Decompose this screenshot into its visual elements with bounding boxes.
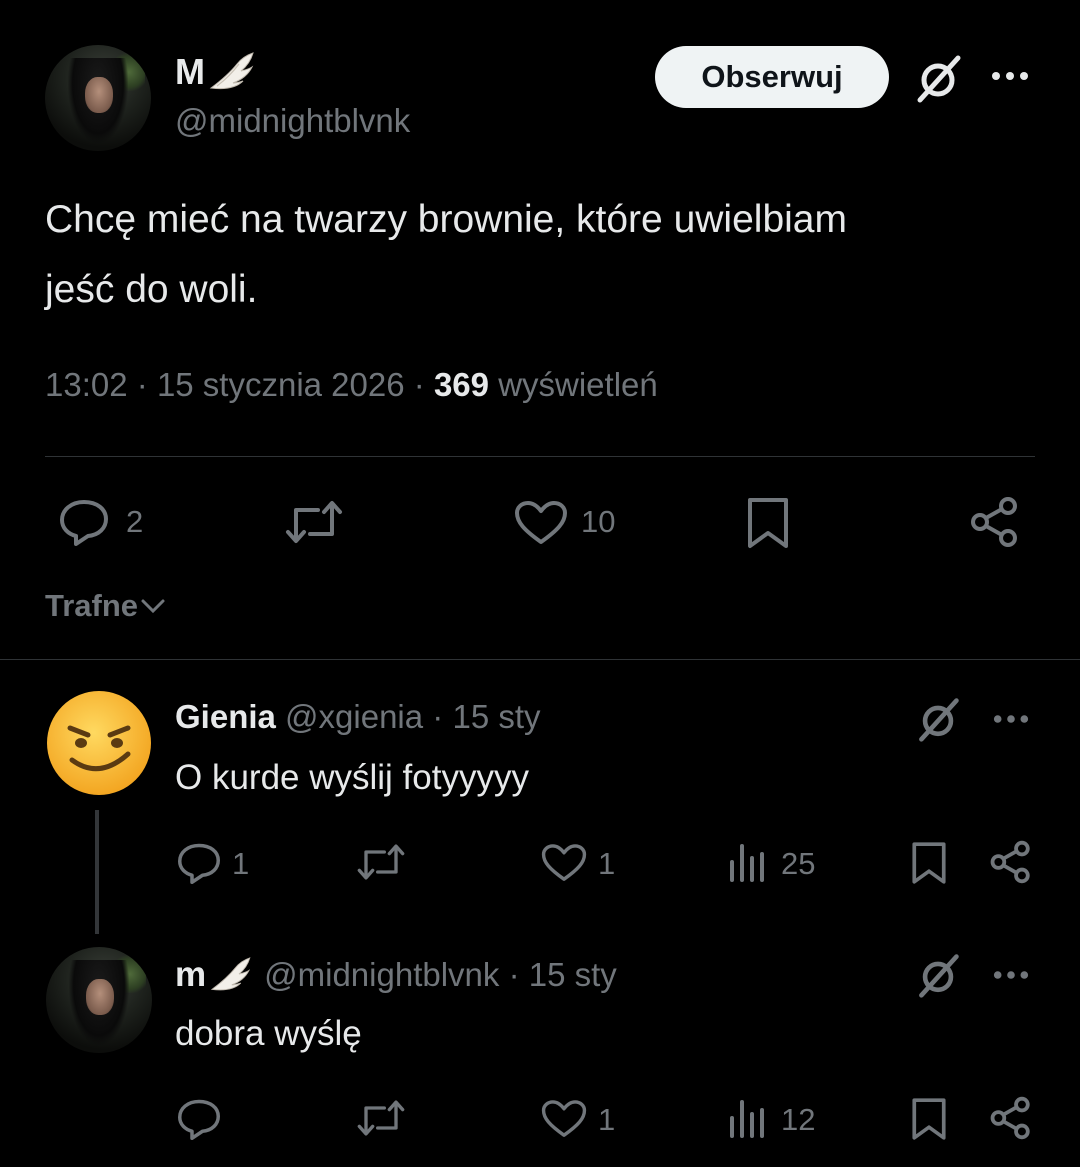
grok-icon[interactable] [912, 52, 964, 104]
author-name: M [175, 51, 205, 92]
retweet-icon[interactable] [356, 843, 406, 881]
retweet-icon[interactable] [356, 1099, 406, 1137]
reply-icon[interactable] [58, 498, 110, 546]
reply-author-handle[interactable]: @xgienia [285, 698, 423, 735]
bookmark-icon[interactable] [911, 1096, 947, 1142]
reply-icon[interactable] [176, 1098, 222, 1140]
sort-dropdown[interactable]: Trafne [45, 588, 166, 624]
thread-line [95, 810, 99, 934]
wing-emoji-icon [207, 52, 255, 92]
tweet-text-line1: Chcę mieć na twarzy brownie, które uwiel… [45, 198, 847, 241]
share-icon[interactable] [990, 1096, 1032, 1140]
chevron-down-icon [140, 598, 166, 614]
like-count: 10 [581, 504, 616, 539]
smirk-emoji-icon [47, 691, 151, 795]
reply-avatar[interactable] [46, 947, 152, 1053]
more-icon[interactable] [992, 713, 1030, 725]
like-count: 1 [598, 1102, 616, 1137]
sort-label: Trafne [45, 588, 139, 623]
author-avatar[interactable] [45, 45, 151, 151]
tweet-date[interactable]: 15 stycznia 2026 [157, 366, 405, 403]
share-icon[interactable] [970, 496, 1020, 548]
reply-header: Gienia @xgienia · 15 sty [175, 698, 541, 736]
separator-dot: · [136, 366, 157, 403]
tweet-time[interactable]: 13:02 [45, 366, 128, 403]
more-icon[interactable] [992, 969, 1030, 981]
grok-icon[interactable] [914, 951, 962, 999]
like-count: 1 [598, 846, 616, 881]
views-count: 369 [433, 366, 490, 403]
separator-dot: · [432, 698, 453, 735]
reply-author-handle[interactable]: @midnightblvnk [264, 956, 499, 994]
bookmark-icon[interactable] [911, 840, 947, 886]
reply-header: m @midnightblvnk · 15 sty [175, 955, 617, 995]
separator-dot: · [413, 366, 434, 403]
more-icon[interactable] [990, 70, 1030, 82]
reply-icon[interactable] [176, 842, 222, 884]
tweet-text-line2: jeść do woli. [45, 268, 258, 311]
retweet-icon[interactable] [284, 500, 344, 544]
like-icon[interactable] [541, 1099, 587, 1139]
like-icon[interactable] [514, 500, 568, 546]
reply-count: 1 [232, 846, 250, 881]
reply-author-name[interactable]: Gienia [175, 698, 276, 735]
separator-dot: · [499, 956, 529, 993]
views-count: 12 [781, 1102, 816, 1137]
grok-icon[interactable] [914, 695, 962, 743]
views-icon[interactable] [728, 842, 766, 882]
share-icon[interactable] [990, 840, 1032, 884]
reply-avatar[interactable] [46, 690, 152, 796]
reply-date[interactable]: 15 sty [529, 956, 617, 994]
reply-count: 2 [126, 504, 144, 539]
tweet-meta: 13:02 · 15 stycznia 2026 · 369 wyświetle… [45, 366, 658, 404]
reply-date[interactable]: 15 sty [452, 698, 540, 735]
divider [45, 456, 1035, 457]
like-icon[interactable] [541, 843, 587, 883]
follow-button[interactable]: Obserwuj [655, 46, 889, 108]
reply-author-name[interactable]: m [175, 955, 206, 995]
reply-text: dobra wyślę [175, 1014, 362, 1053]
bookmark-icon[interactable] [746, 496, 790, 550]
divider [0, 659, 1080, 660]
reply-text: O kurde wyślij fotyyyyy [175, 758, 529, 797]
views-count: 25 [781, 846, 816, 881]
views-icon[interactable] [728, 1098, 766, 1138]
views-label: wyświetleń [498, 366, 658, 403]
author-name-row[interactable]: M [175, 51, 255, 92]
wing-emoji-icon [208, 957, 252, 993]
author-handle[interactable]: @midnightblvnk [175, 102, 410, 140]
